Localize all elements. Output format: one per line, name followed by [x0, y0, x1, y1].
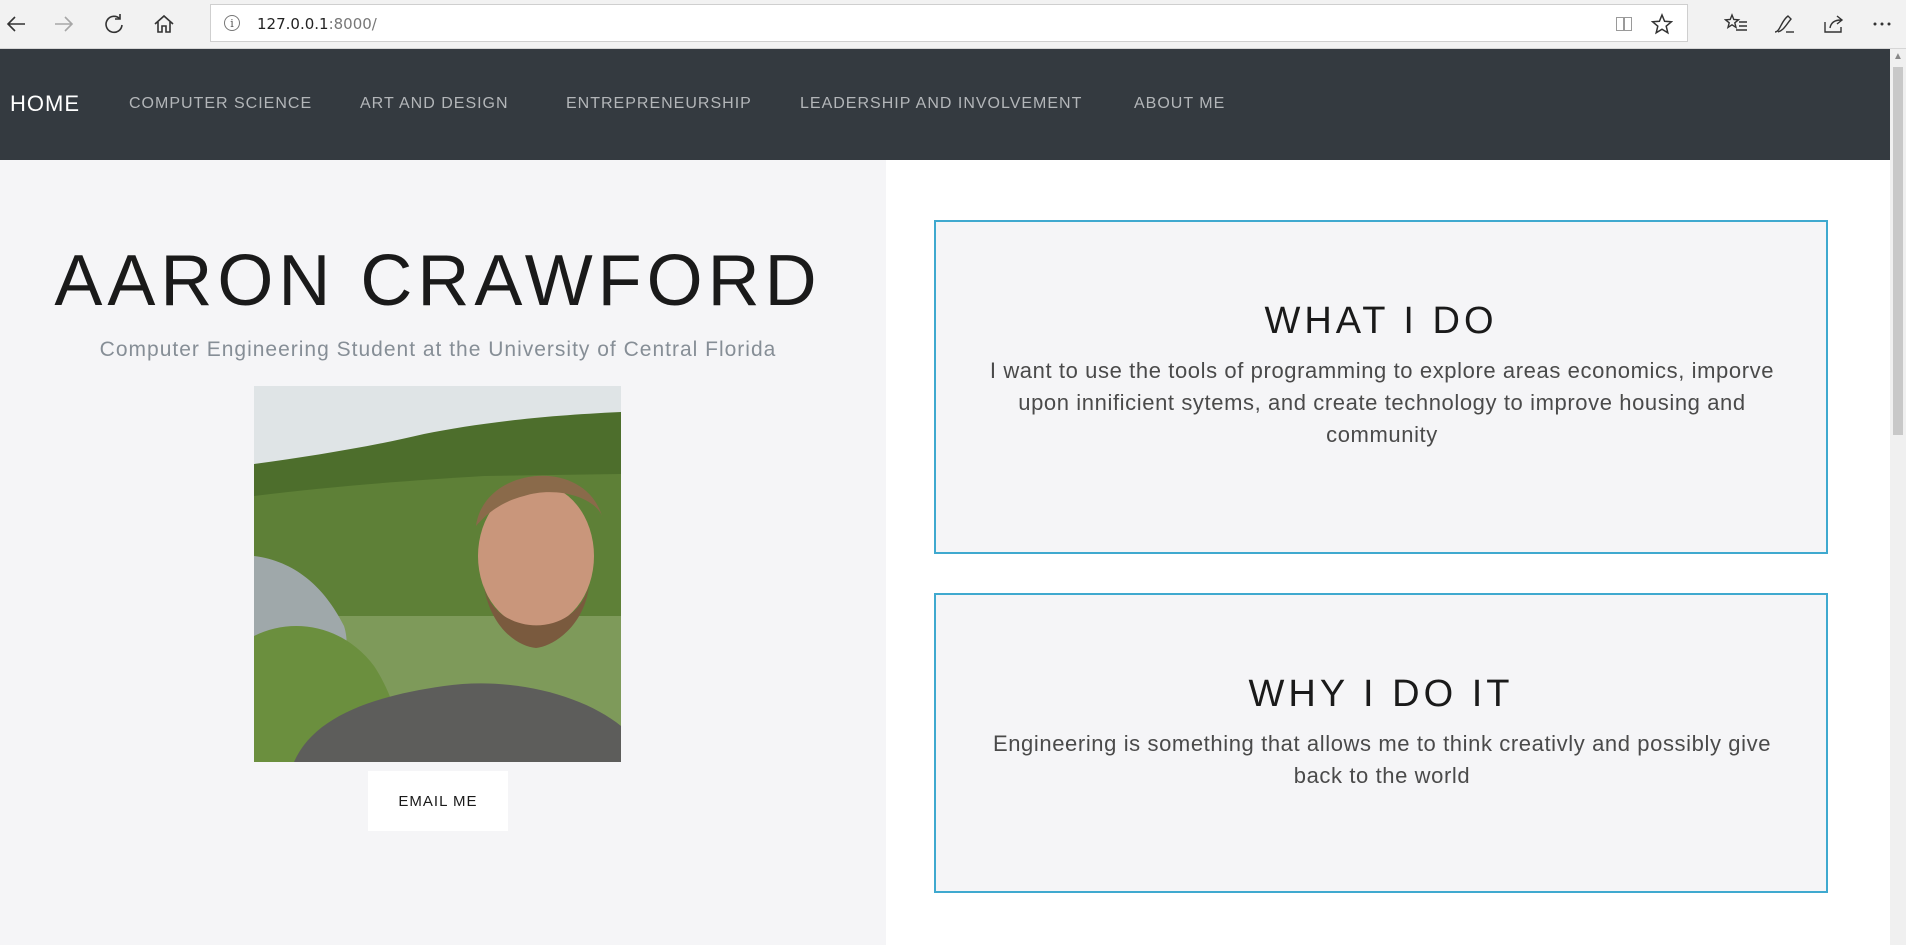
- reading-view-button[interactable]: [1611, 11, 1637, 37]
- refresh-icon: [105, 14, 123, 34]
- ellipsis-icon: [1873, 22, 1891, 26]
- nav-home-link[interactable]: HOME: [10, 91, 80, 117]
- notes-button[interactable]: [1768, 8, 1800, 40]
- profile-name: AARON CRAWFORD: [54, 241, 822, 321]
- nav-link-about-me[interactable]: ABOUT ME: [1134, 95, 1225, 113]
- nav-link-art-and-design[interactable]: ART AND DESIGN: [360, 95, 509, 113]
- favorite-button[interactable]: [1649, 11, 1675, 37]
- more-button[interactable]: [1866, 8, 1898, 40]
- why-i-do-it-heading: WHY I DO IT: [1248, 673, 1514, 715]
- home-icon: [154, 14, 174, 33]
- profile-photo: [254, 386, 621, 762]
- favorites-list-button[interactable]: [1720, 8, 1752, 40]
- back-button[interactable]: [0, 8, 32, 40]
- what-i-do-text: I want to use the tools of programming t…: [989, 358, 1775, 447]
- scroll-up-icon[interactable]: ▲: [1893, 51, 1903, 62]
- profile-subtitle: Computer Engineering Student at the Univ…: [99, 338, 777, 361]
- email-me-button[interactable]: EMAIL ME: [368, 771, 508, 831]
- url-text[interactable]: 127.0.0.1:8000/: [257, 15, 377, 33]
- site-navbar: HOME COMPUTER SCIENCE ART AND DESIGN ENT…: [0, 49, 1890, 160]
- favorites-list-icon: [1724, 13, 1747, 31]
- refresh-button[interactable]: [98, 8, 130, 40]
- scrollbar-thumb[interactable]: [1893, 67, 1903, 435]
- why-i-do-it-card: WHY I DO IT Engineering is something tha…: [934, 593, 1828, 893]
- what-i-do-heading: WHAT I DO: [1264, 300, 1498, 342]
- address-bar[interactable]: i 127.0.0.1:8000/: [210, 4, 1688, 42]
- home-button[interactable]: [148, 8, 180, 40]
- nav-link-leadership-and-involvement[interactable]: LEADERSHIP AND INVOLVEMENT: [800, 95, 1082, 113]
- url-host: 127.0.0.1: [257, 15, 329, 33]
- star-icon: [1651, 13, 1673, 35]
- url-port: :8000/: [328, 15, 377, 33]
- arrow-right-icon: [55, 16, 74, 32]
- nav-link-entrepreneurship[interactable]: ENTREPRENEURSHIP: [566, 95, 752, 113]
- why-i-do-it-text: Engineering is something that allows me …: [992, 731, 1772, 788]
- arrow-left-icon: [6, 16, 25, 32]
- share-button[interactable]: [1818, 8, 1850, 40]
- browser-toolbar: i 127.0.0.1:8000/: [0, 0, 1906, 49]
- reading-view-icon: [1616, 17, 1632, 31]
- forward-button[interactable]: [48, 8, 80, 40]
- pen-icon: [1774, 15, 1794, 33]
- nav-link-computer-science[interactable]: COMPUTER SCIENCE: [129, 95, 312, 113]
- what-i-do-card: WHAT I DO I want to use the tools of pro…: [934, 220, 1828, 554]
- page-scrollbar[interactable]: ▲: [1890, 49, 1906, 945]
- info-icon[interactable]: i: [224, 15, 240, 31]
- share-icon: [1824, 15, 1844, 33]
